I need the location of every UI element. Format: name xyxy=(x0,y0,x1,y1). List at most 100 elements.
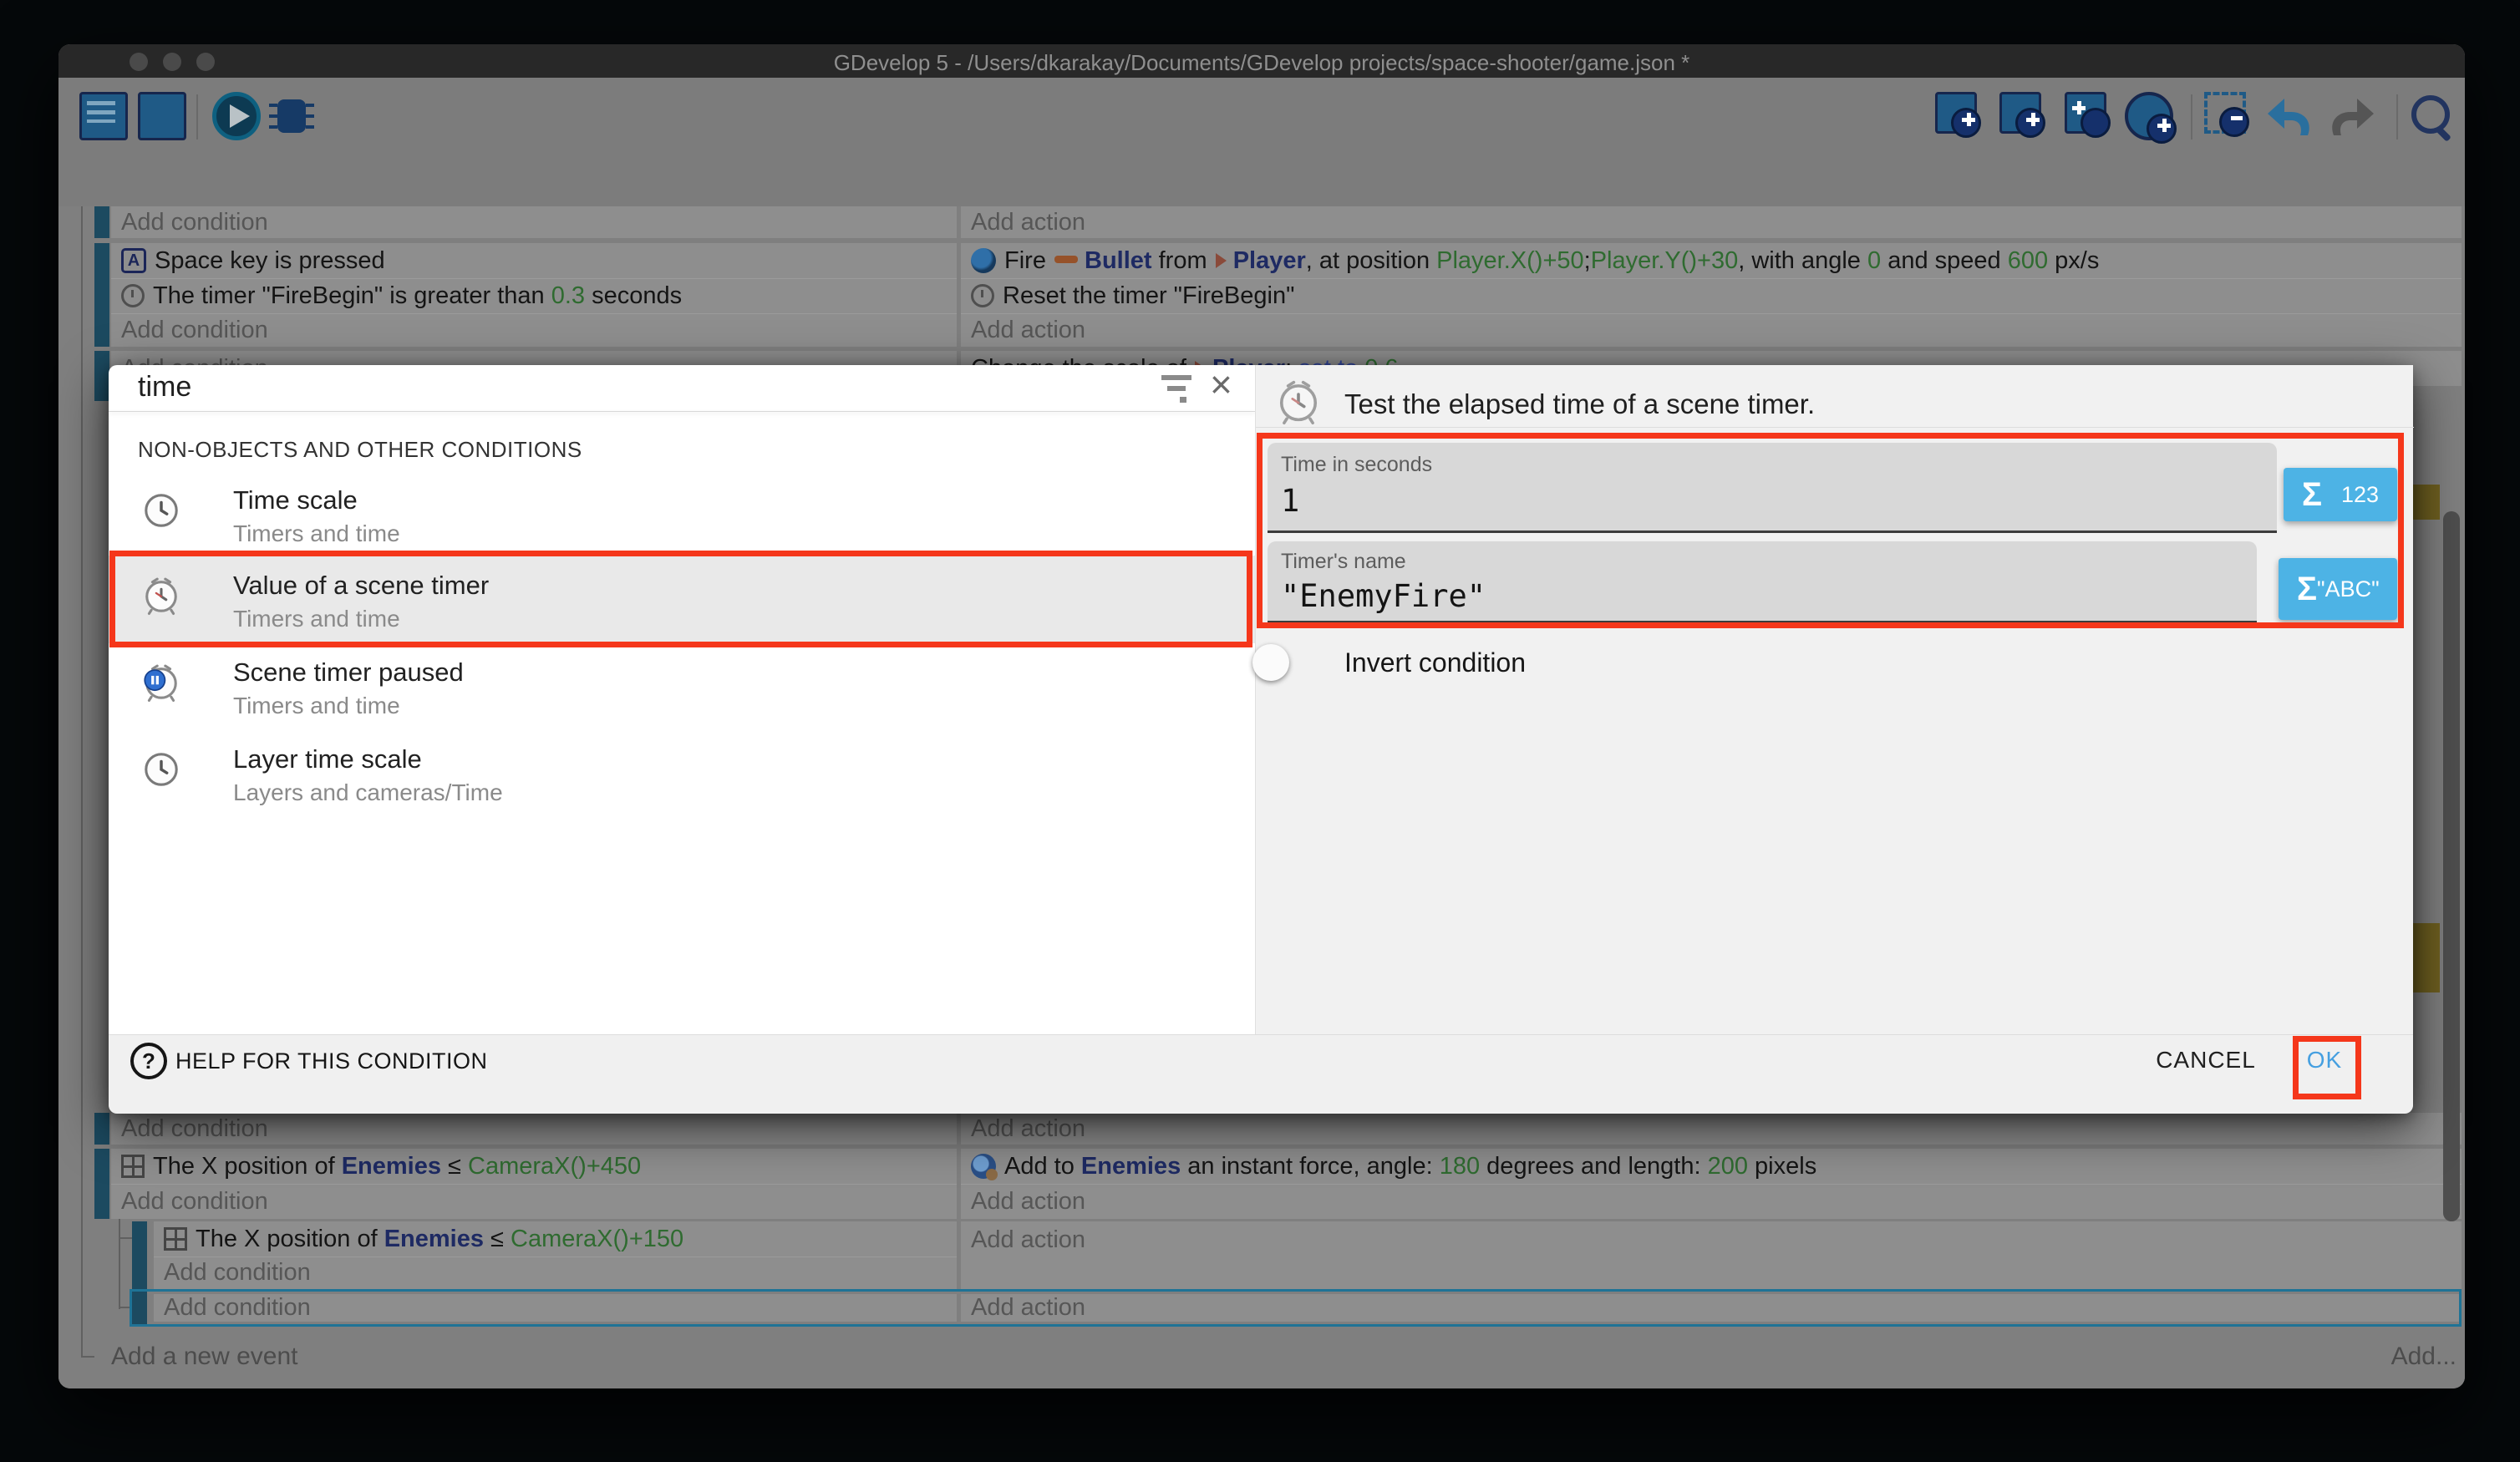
item-title: Time scale xyxy=(233,485,358,515)
position-icon xyxy=(121,1155,145,1178)
field-value: 1 xyxy=(1281,483,1299,519)
add-event-icon[interactable] xyxy=(1935,92,1977,134)
timer-name-field[interactable]: Timer's name "EnemyFire" xyxy=(1268,541,2257,623)
item-subtitle: Layers and cameras/Time xyxy=(233,779,503,806)
condition-text: Space key is pressed xyxy=(155,247,385,275)
toolbar-separator xyxy=(196,94,198,140)
sigma-icon: Σ xyxy=(2302,476,2322,514)
title-bar: GDevelop 5 - /Users/dkarakay/Documents/G… xyxy=(58,44,2465,78)
add-action-row[interactable]: Add action xyxy=(961,1294,2459,1322)
help-glyph: ? xyxy=(142,1048,155,1074)
bullet-icon xyxy=(1054,256,1078,263)
tree-line xyxy=(81,206,83,1358)
field-label: Timer's name xyxy=(1281,550,1406,574)
add-condition-row[interactable]: Add condition xyxy=(111,313,957,347)
list-item-time-scale[interactable]: Time scale Timers and time xyxy=(109,470,1255,556)
cancel-button[interactable]: CANCEL xyxy=(2114,1047,2298,1074)
add-circle-icon[interactable] xyxy=(2125,92,2173,140)
timer-icon xyxy=(971,284,994,307)
clock-icon xyxy=(142,748,180,791)
clear-search-icon[interactable]: × xyxy=(1210,362,1232,407)
filter-icon[interactable] xyxy=(1160,375,1193,404)
player-icon xyxy=(1216,253,1227,268)
event-color-bar xyxy=(94,1149,109,1219)
add-action-row[interactable]: Add action xyxy=(961,1113,2462,1145)
item-title: Layer time scale xyxy=(233,744,422,774)
action-fire-bullet[interactable]: Fire Bullet from Player, at position Pla… xyxy=(961,243,2462,278)
item-title: Scene timer paused xyxy=(233,657,464,688)
undo-icon[interactable] xyxy=(2263,92,2311,140)
tab-bar: Start Page Base Scene × Base Scene (Even… xyxy=(58,150,2465,206)
add-condition-row[interactable]: Add condition xyxy=(154,1256,957,1289)
timer-icon xyxy=(1276,377,1321,427)
divider xyxy=(109,411,1255,412)
search-icon[interactable] xyxy=(2406,92,2455,140)
event-color-bar xyxy=(132,1292,147,1324)
condition-xpos-150[interactable]: The X position of Enemies ≤ CameraX()+15… xyxy=(154,1221,957,1256)
alarm-clock-icon xyxy=(142,574,180,617)
field-value: "EnemyFire" xyxy=(1281,578,1486,614)
toolbar-separator xyxy=(2396,94,2398,140)
add-new-event-button[interactable]: Add a new event xyxy=(111,1343,298,1371)
redo-icon[interactable] xyxy=(2330,92,2379,140)
condition-space-key[interactable]: A Space key is pressed xyxy=(111,243,957,278)
debug-icon[interactable] xyxy=(267,92,316,140)
tree-elbow xyxy=(119,1237,132,1239)
fire-icon xyxy=(971,248,996,273)
condition-xpos-450[interactable]: The X position of Enemies ≤ CameraX()+45… xyxy=(111,1149,957,1184)
main-toolbar xyxy=(58,78,2465,150)
toggle-knob[interactable] xyxy=(1252,644,1289,681)
button-label: "ABC" xyxy=(2317,576,2380,602)
condition-parameters-panel: Test the elapsed time of a scene timer. … xyxy=(1255,365,2413,1034)
action-text: Fire Bullet from Player, at position Pla… xyxy=(1004,247,2099,275)
event-color-bar xyxy=(94,1113,109,1145)
add-action-row[interactable]: Add action xyxy=(961,1221,2462,1289)
list-item-value-of-scene-timer[interactable]: Value of a scene timer Timers and time xyxy=(109,556,1255,643)
add-more-button[interactable]: Add... xyxy=(2373,1343,2456,1371)
tree-line xyxy=(119,1219,120,1309)
sigma-icon: Σ xyxy=(2297,571,2317,608)
tree-elbow xyxy=(119,1307,132,1308)
condition-description: Test the elapsed time of a scene timer. xyxy=(1344,388,1815,420)
add-condition-row[interactable]: Add condition xyxy=(111,1113,957,1145)
condition-text: The X position of Enemies ≤ CameraX()+45… xyxy=(153,1153,641,1180)
add-action-row[interactable]: Add action xyxy=(961,1184,2462,1219)
play-icon[interactable] xyxy=(212,92,261,140)
add-comment-icon[interactable] xyxy=(2065,92,2106,134)
scene-editor-icon[interactable] xyxy=(138,92,186,140)
search-input[interactable]: time xyxy=(138,371,191,404)
condition-timer-firebegin[interactable]: The timer "FireBegin" is greater than 0.… xyxy=(111,278,957,313)
add-subevent-icon[interactable] xyxy=(1999,92,2041,134)
expression-builder-number-button[interactable]: Σ 123 xyxy=(2284,468,2397,521)
highlighted-event-marker xyxy=(2413,485,2440,520)
force-icon xyxy=(971,1154,996,1179)
item-subtitle: Timers and time xyxy=(233,606,400,632)
add-condition-row[interactable]: Add condition xyxy=(154,1294,957,1322)
keyboard-a-icon: A xyxy=(121,248,146,273)
action-reset-timer[interactable]: Reset the timer "FireBegin" xyxy=(961,278,2462,313)
event-color-bar xyxy=(94,206,109,238)
help-icon[interactable]: ? xyxy=(130,1043,167,1079)
add-action-row[interactable]: Add action xyxy=(961,206,2462,238)
list-item-layer-time-scale[interactable]: Layer time scale Layers and cameras/Time xyxy=(109,729,1255,815)
list-item-scene-timer-paused[interactable]: Scene timer paused Timers and time xyxy=(109,642,1255,729)
help-link[interactable]: HELP FOR THIS CONDITION xyxy=(175,1048,488,1074)
vertical-scrollbar[interactable] xyxy=(2443,511,2460,1221)
action-text: Reset the timer "FireBegin" xyxy=(1003,282,1294,310)
delete-event-icon[interactable] xyxy=(2204,92,2246,134)
divider xyxy=(1256,427,2414,428)
add-condition-row[interactable]: Add condition xyxy=(111,206,957,238)
toolbar-separator xyxy=(2191,94,2192,140)
ok-button[interactable]: OK xyxy=(2298,1047,2351,1074)
expression-builder-string-button[interactable]: Σ "ABC" xyxy=(2279,558,2397,620)
choose-condition-dialog: time × NON-OBJECTS AND OTHER CONDITIONS … xyxy=(109,365,2413,1113)
add-action-row[interactable]: Add action xyxy=(961,313,2462,347)
time-in-seconds-field[interactable]: Time in seconds 1 xyxy=(1268,443,2277,533)
tree-elbow xyxy=(81,1356,94,1358)
action-instant-force[interactable]: Add to Enemies an instant force, angle: … xyxy=(961,1149,2462,1184)
add-condition-row[interactable]: Add condition xyxy=(111,1184,957,1219)
project-manager-icon[interactable] xyxy=(79,92,128,140)
position-icon xyxy=(164,1227,187,1251)
section-header: NON-OBJECTS AND OTHER CONDITIONS xyxy=(138,437,582,463)
condition-text: The X position of Enemies ≤ CameraX()+15… xyxy=(196,1226,683,1253)
